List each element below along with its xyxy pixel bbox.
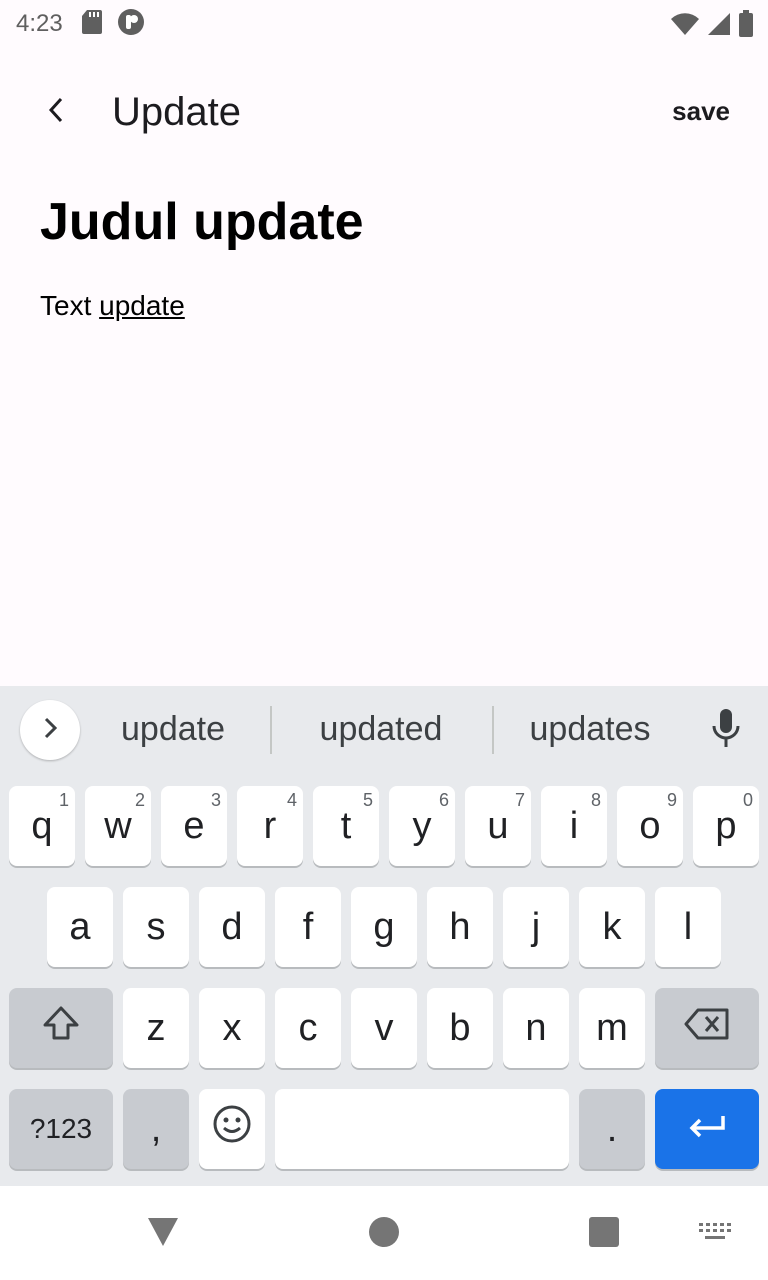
note-title-field[interactable]: Judul update — [40, 192, 364, 252]
signal-icon — [706, 11, 732, 42]
key-y[interactable]: y6 — [389, 786, 455, 866]
status-bar: 4:23 — [0, 0, 768, 48]
key-label: u — [487, 804, 509, 847]
microphone-icon — [710, 708, 742, 753]
key-label: e — [183, 804, 205, 847]
key-d[interactable]: d — [199, 887, 265, 967]
suggestion-2[interactable]: updated — [298, 710, 464, 749]
key-label: y — [412, 804, 432, 847]
key-s[interactable]: s — [123, 887, 189, 967]
suggestion-1[interactable]: update — [100, 710, 246, 749]
enter-return-icon — [687, 1108, 727, 1151]
key-n[interactable]: n — [503, 988, 569, 1068]
comma-key[interactable]: , — [123, 1089, 189, 1169]
key-hint: 2 — [134, 790, 145, 810]
key-label: r — [263, 804, 277, 847]
key-b[interactable]: b — [427, 988, 493, 1068]
shift-arrow-icon — [41, 1005, 81, 1051]
home-circle-icon — [368, 1216, 400, 1253]
page-title: Update — [112, 90, 241, 134]
suggestion-3[interactable]: updates — [510, 710, 670, 749]
key-v[interactable]: v — [351, 988, 417, 1068]
note-body-text: Text — [40, 290, 100, 321]
key-hint: 3 — [210, 790, 221, 810]
app-notification-icon — [117, 8, 145, 41]
key-hint: 8 — [590, 790, 601, 810]
nav-back-button[interactable] — [146, 1216, 180, 1253]
key-label: o — [639, 804, 661, 847]
nav-home-button[interactable] — [368, 1216, 400, 1253]
key-hint: 5 — [362, 790, 373, 810]
key-t[interactable]: t5 — [313, 786, 379, 866]
key-label: w — [104, 804, 132, 847]
enter-key[interactable] — [655, 1089, 759, 1169]
status-time: 4:23 — [16, 10, 63, 37]
battery-icon — [738, 10, 754, 43]
keyboard-switch-button[interactable] — [698, 1222, 732, 1247]
chevron-right-icon — [42, 716, 58, 745]
shift-key[interactable] — [9, 988, 113, 1068]
back-button[interactable] — [28, 84, 84, 140]
key-label: p — [715, 804, 737, 847]
key-a[interactable]: a — [47, 887, 113, 967]
back-triangle-icon — [146, 1216, 180, 1253]
sd-card-icon — [81, 9, 103, 40]
key-l[interactable]: l — [655, 887, 721, 967]
key-i[interactable]: i8 — [541, 786, 607, 866]
save-button[interactable]: save — [672, 96, 730, 127]
system-nav-bar — [0, 1186, 768, 1280]
keyboard-switch-icon — [698, 1222, 732, 1247]
voice-input-button[interactable] — [704, 706, 748, 754]
key-e[interactable]: e3 — [161, 786, 227, 866]
emoji-key[interactable] — [199, 1089, 265, 1169]
key-p[interactable]: p0 — [693, 786, 759, 866]
key-z[interactable]: z — [123, 988, 189, 1068]
period-key[interactable]: . — [579, 1089, 645, 1169]
key-hint: 0 — [742, 790, 753, 810]
suggestion-divider — [492, 706, 494, 754]
key-hint: 9 — [666, 790, 677, 810]
key-hint: 4 — [286, 790, 297, 810]
soft-keyboard: update updated updates q1 w2 e3 r4 t5 y6… — [0, 686, 768, 1186]
backspace-icon — [684, 1007, 730, 1050]
keyboard-menu-button[interactable] — [20, 700, 80, 760]
key-g[interactable]: g — [351, 887, 417, 967]
key-u[interactable]: u7 — [465, 786, 531, 866]
emoji-smile-icon — [212, 1104, 252, 1154]
nav-recents-button[interactable] — [588, 1216, 620, 1253]
key-o[interactable]: o9 — [617, 786, 683, 866]
space-bar[interactable] — [275, 1089, 569, 1169]
wifi-icon — [670, 11, 700, 42]
key-label: i — [569, 804, 579, 847]
app-bar: Update save — [0, 70, 768, 158]
backspace-key[interactable] — [655, 988, 759, 1068]
key-f[interactable]: f — [275, 887, 341, 967]
key-w[interactable]: w2 — [85, 786, 151, 866]
composing-word: update — [99, 290, 185, 321]
key-m[interactable]: m — [579, 988, 645, 1068]
note-body-field[interactable]: Text update — [40, 290, 185, 322]
key-hint: 6 — [438, 790, 449, 810]
key-hint: 1 — [58, 790, 69, 810]
key-label: t — [340, 804, 352, 847]
key-h[interactable]: h — [427, 887, 493, 967]
suggestion-strip: update updated updates — [0, 686, 768, 778]
key-k[interactable]: k — [579, 887, 645, 967]
key-hint: 7 — [514, 790, 525, 810]
key-x[interactable]: x — [199, 988, 265, 1068]
key-c[interactable]: c — [275, 988, 341, 1068]
key-label: q — [31, 804, 53, 847]
suggestion-divider — [270, 706, 272, 754]
key-r[interactable]: r4 — [237, 786, 303, 866]
recents-square-icon — [588, 1216, 620, 1253]
key-j[interactable]: j — [503, 887, 569, 967]
symbols-key[interactable]: ?123 — [9, 1089, 113, 1169]
arrow-back-icon — [44, 96, 68, 129]
key-q[interactable]: q1 — [9, 786, 75, 866]
